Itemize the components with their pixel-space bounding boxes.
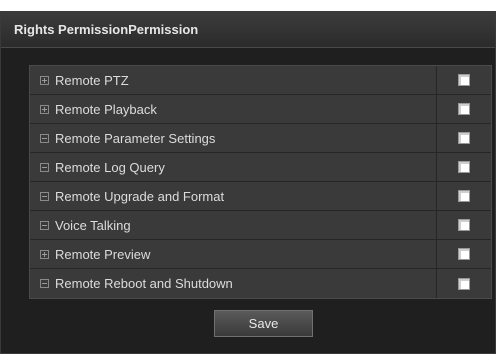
permission-label: Remote Playback [55,101,157,117]
collapse-minus-icon[interactable] [40,220,49,230]
permission-row-voice-talking: Voice Talking [30,211,491,240]
permission-row-remote-ptz: Remote PTZ [30,66,491,95]
permission-checkbox[interactable] [458,74,470,86]
collapse-minus-icon[interactable] [40,162,49,172]
permission-row-remote-parameter-settings: Remote Parameter Settings [30,124,491,153]
rights-permission-panel: Rights PermissionPermission Remote PTZ R… [0,11,496,354]
permission-row-remote-preview: Remote Preview [30,240,491,269]
permission-label: Voice Talking [55,217,131,233]
permission-label: Remote PTZ [55,72,129,88]
permission-list: Remote PTZ Remote Playback Remote Parame… [29,65,492,299]
permission-label: Remote Log Query [55,159,165,175]
expand-plus-icon[interactable] [40,104,49,114]
permission-label: Remote Reboot and Shutdown [55,276,233,291]
permission-label: Remote Parameter Settings [55,130,216,146]
permission-item[interactable]: Remote PTZ [30,66,437,94]
save-button[interactable]: Save [214,310,313,337]
permission-checkbox[interactable] [458,103,470,115]
permission-row-remote-reboot-shutdown: Remote Reboot and Shutdown [30,269,491,298]
permission-checkbox[interactable] [458,277,470,290]
expand-plus-icon[interactable] [40,75,49,85]
collapse-minus-icon[interactable] [40,133,49,143]
permission-item[interactable]: Remote Preview [30,240,437,268]
permission-row-remote-upgrade-format: Remote Upgrade and Format [30,182,491,211]
permission-row-remote-log-query: Remote Log Query [30,153,491,182]
permission-label: Remote Preview [55,246,151,262]
permission-item[interactable]: Remote Upgrade and Format [30,182,437,210]
permission-item[interactable]: Remote Reboot and Shutdown [30,269,437,298]
permission-item[interactable]: Remote Parameter Settings [30,124,437,152]
panel-title: Rights PermissionPermission [1,12,495,48]
permission-item[interactable]: Remote Log Query [30,153,437,181]
collapse-minus-icon[interactable] [40,279,49,288]
permission-checkbox[interactable] [458,161,470,173]
expand-plus-icon[interactable] [40,249,49,259]
permission-item[interactable]: Remote Playback [30,95,437,123]
permission-row-remote-playback: Remote Playback [30,95,491,124]
collapse-minus-icon[interactable] [40,191,49,201]
permission-checkbox[interactable] [458,248,470,260]
permission-checkbox[interactable] [458,132,470,144]
permission-checkbox[interactable] [458,190,470,202]
permission-checkbox[interactable] [458,219,470,231]
permission-item[interactable]: Voice Talking [30,211,437,239]
permission-label: Remote Upgrade and Format [55,188,225,204]
